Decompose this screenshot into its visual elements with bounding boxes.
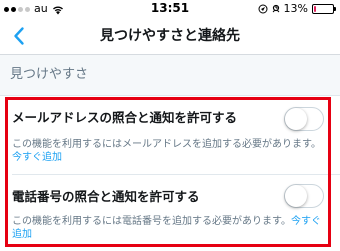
setting-label-phone: 電話番号の照合と通知を許可する — [12, 189, 200, 204]
status-bar-right: 13% — [258, 2, 336, 15]
status-bar: au 13:51 13% — [0, 0, 340, 18]
description-text: この機能を利用するには電話番号を追加する必要があります。 — [12, 216, 291, 227]
setting-description-email: この機能を利用するにはメールアドレスを追加する必要があります。今すぐ追加 — [12, 138, 326, 164]
add-email-link[interactable]: 今すぐ追加 — [12, 152, 62, 163]
setting-description-phone: この機能を利用するには電話番号を追加する必要があります。今すぐ追加 — [12, 215, 326, 241]
toggle-phone-discoverability[interactable] — [284, 184, 324, 208]
alarm-icon — [272, 4, 279, 12]
setting-row-email: メールアドレスの照合と通知を許可する この機能を利用するにはメールアドレスを追加… — [0, 96, 340, 174]
page-title: 見つけやすさと連絡先 — [100, 28, 240, 44]
toggle-email-discoverability[interactable] — [284, 107, 324, 131]
battery-icon — [312, 3, 336, 14]
toggle-knob — [285, 185, 307, 207]
section-title: 見つけやすさ — [10, 67, 89, 82]
section-header: 見つけやすさ — [0, 55, 340, 95]
settings-card: メールアドレスの照合と通知を許可する この機能を利用するにはメールアドレスを追加… — [0, 95, 340, 251]
toggle-knob — [285, 108, 307, 130]
location-icon — [258, 4, 268, 13]
navigation-bar: 見つけやすさと連絡先 — [0, 18, 340, 55]
setting-row-phone: 電話番号の照合と通知を許可する この機能を利用するには電話番号を追加する必要があ… — [0, 175, 340, 251]
setting-label-email: メールアドレスの照合と通知を許可する — [12, 110, 238, 125]
description-text: この機能を利用するにはメールアドレスを追加する必要があります。 — [12, 139, 321, 150]
battery-percent: 13% — [283, 2, 308, 15]
